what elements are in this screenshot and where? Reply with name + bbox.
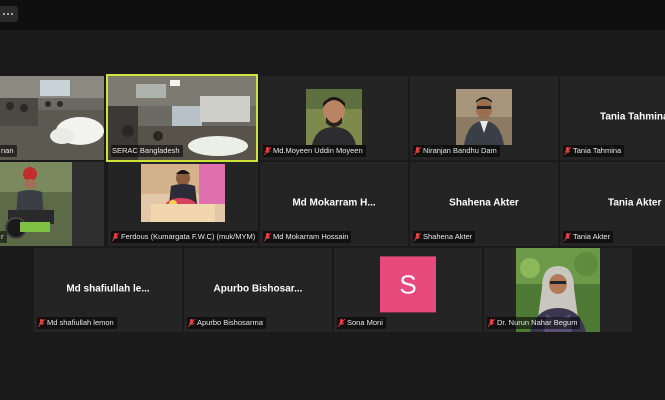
participant-profile-photo [456, 89, 512, 145]
mic-muted-icon [38, 319, 45, 327]
mic-muted-icon [564, 233, 571, 241]
participant-name-label: Apurbo Bishosarma [187, 317, 266, 329]
participant-tile[interactable]: Ferdous (Kumargata F.W.C) (muk/MYM) [108, 162, 258, 246]
top-bar [0, 0, 665, 30]
participant-name-label: Md shafiullah lemon [37, 317, 117, 329]
participant-tile[interactable]: Md shafiullah le... Md shafiullah lemon [34, 248, 182, 332]
mic-muted-icon [112, 233, 119, 241]
participant-name-label: Sona Moni [337, 317, 386, 329]
participant-tile[interactable]: Tania Tahmina Tania Tahmina [560, 76, 665, 160]
mic-muted-icon [338, 319, 345, 327]
mic-muted-icon [488, 319, 495, 327]
participant-tile[interactable]: S Sona Moni [334, 248, 482, 332]
mic-muted-icon [414, 147, 421, 155]
participant-name-display: Apurbo Bishosar... [213, 283, 303, 295]
participant-profile-photo [306, 89, 362, 145]
participant-tile[interactable]: r [0, 162, 104, 246]
participant-name-label: Md Mokarram Hossain [263, 231, 352, 243]
participant-tile[interactable]: nan [0, 76, 104, 160]
participant-name-label: r [0, 231, 7, 243]
mic-muted-icon [264, 147, 271, 155]
participant-tile[interactable]: Md Mokarram H... Md Mokarram Hossain [260, 162, 408, 246]
participant-name-display: Tania Tahmina [600, 111, 665, 123]
participant-name-label: Dr. Nurun Nahar Begum [487, 317, 581, 329]
participant-name-label: Tania Tahmina [563, 145, 625, 157]
participant-tile-active-speaker[interactable]: SERAC Bangladesh [106, 74, 258, 162]
participant-profile-photo [141, 164, 225, 222]
participant-name-label: Ferdous (Kumargata F.W.C) (muk/MYM) [111, 231, 258, 243]
participant-tile[interactable]: Tania Akter Tania Akter [560, 162, 665, 246]
mic-muted-icon [564, 147, 571, 155]
participant-video-feed [0, 162, 104, 246]
participant-name-display: Tania Akter [608, 197, 662, 209]
participant-name-label: nan [0, 145, 17, 157]
participant-name-label: SERAC Bangladesh [111, 145, 183, 157]
participant-name-display: Shahena Akter [449, 197, 519, 209]
mic-muted-icon [188, 319, 195, 327]
participant-name-label: Niranjan Bandhu Dam [413, 145, 500, 157]
mic-muted-icon [414, 233, 421, 241]
participant-avatar: S [380, 256, 436, 313]
view-options-button[interactable] [0, 6, 18, 22]
participant-tile[interactable]: Md.Moyeen Uddin Moyeen [260, 76, 408, 160]
participant-name-display: Md shafiullah le... [66, 283, 150, 295]
mic-muted-icon [264, 233, 271, 241]
participant-tile[interactable]: Dr. Nurun Nahar Begum [484, 248, 632, 332]
participant-tile[interactable]: Shahena Akter Shahena Akter [410, 162, 558, 246]
participant-name-label: Md.Moyeen Uddin Moyeen [263, 145, 366, 157]
participant-tile[interactable]: Apurbo Bishosar... Apurbo Bishosarma [184, 248, 332, 332]
participant-name-label: Tania Akter [563, 231, 614, 243]
participant-name-display: Md Mokarram H... [292, 197, 376, 209]
participant-tile[interactable]: Niranjan Bandhu Dam [410, 76, 558, 160]
participant-name-label: Shahena Akter [413, 231, 476, 243]
